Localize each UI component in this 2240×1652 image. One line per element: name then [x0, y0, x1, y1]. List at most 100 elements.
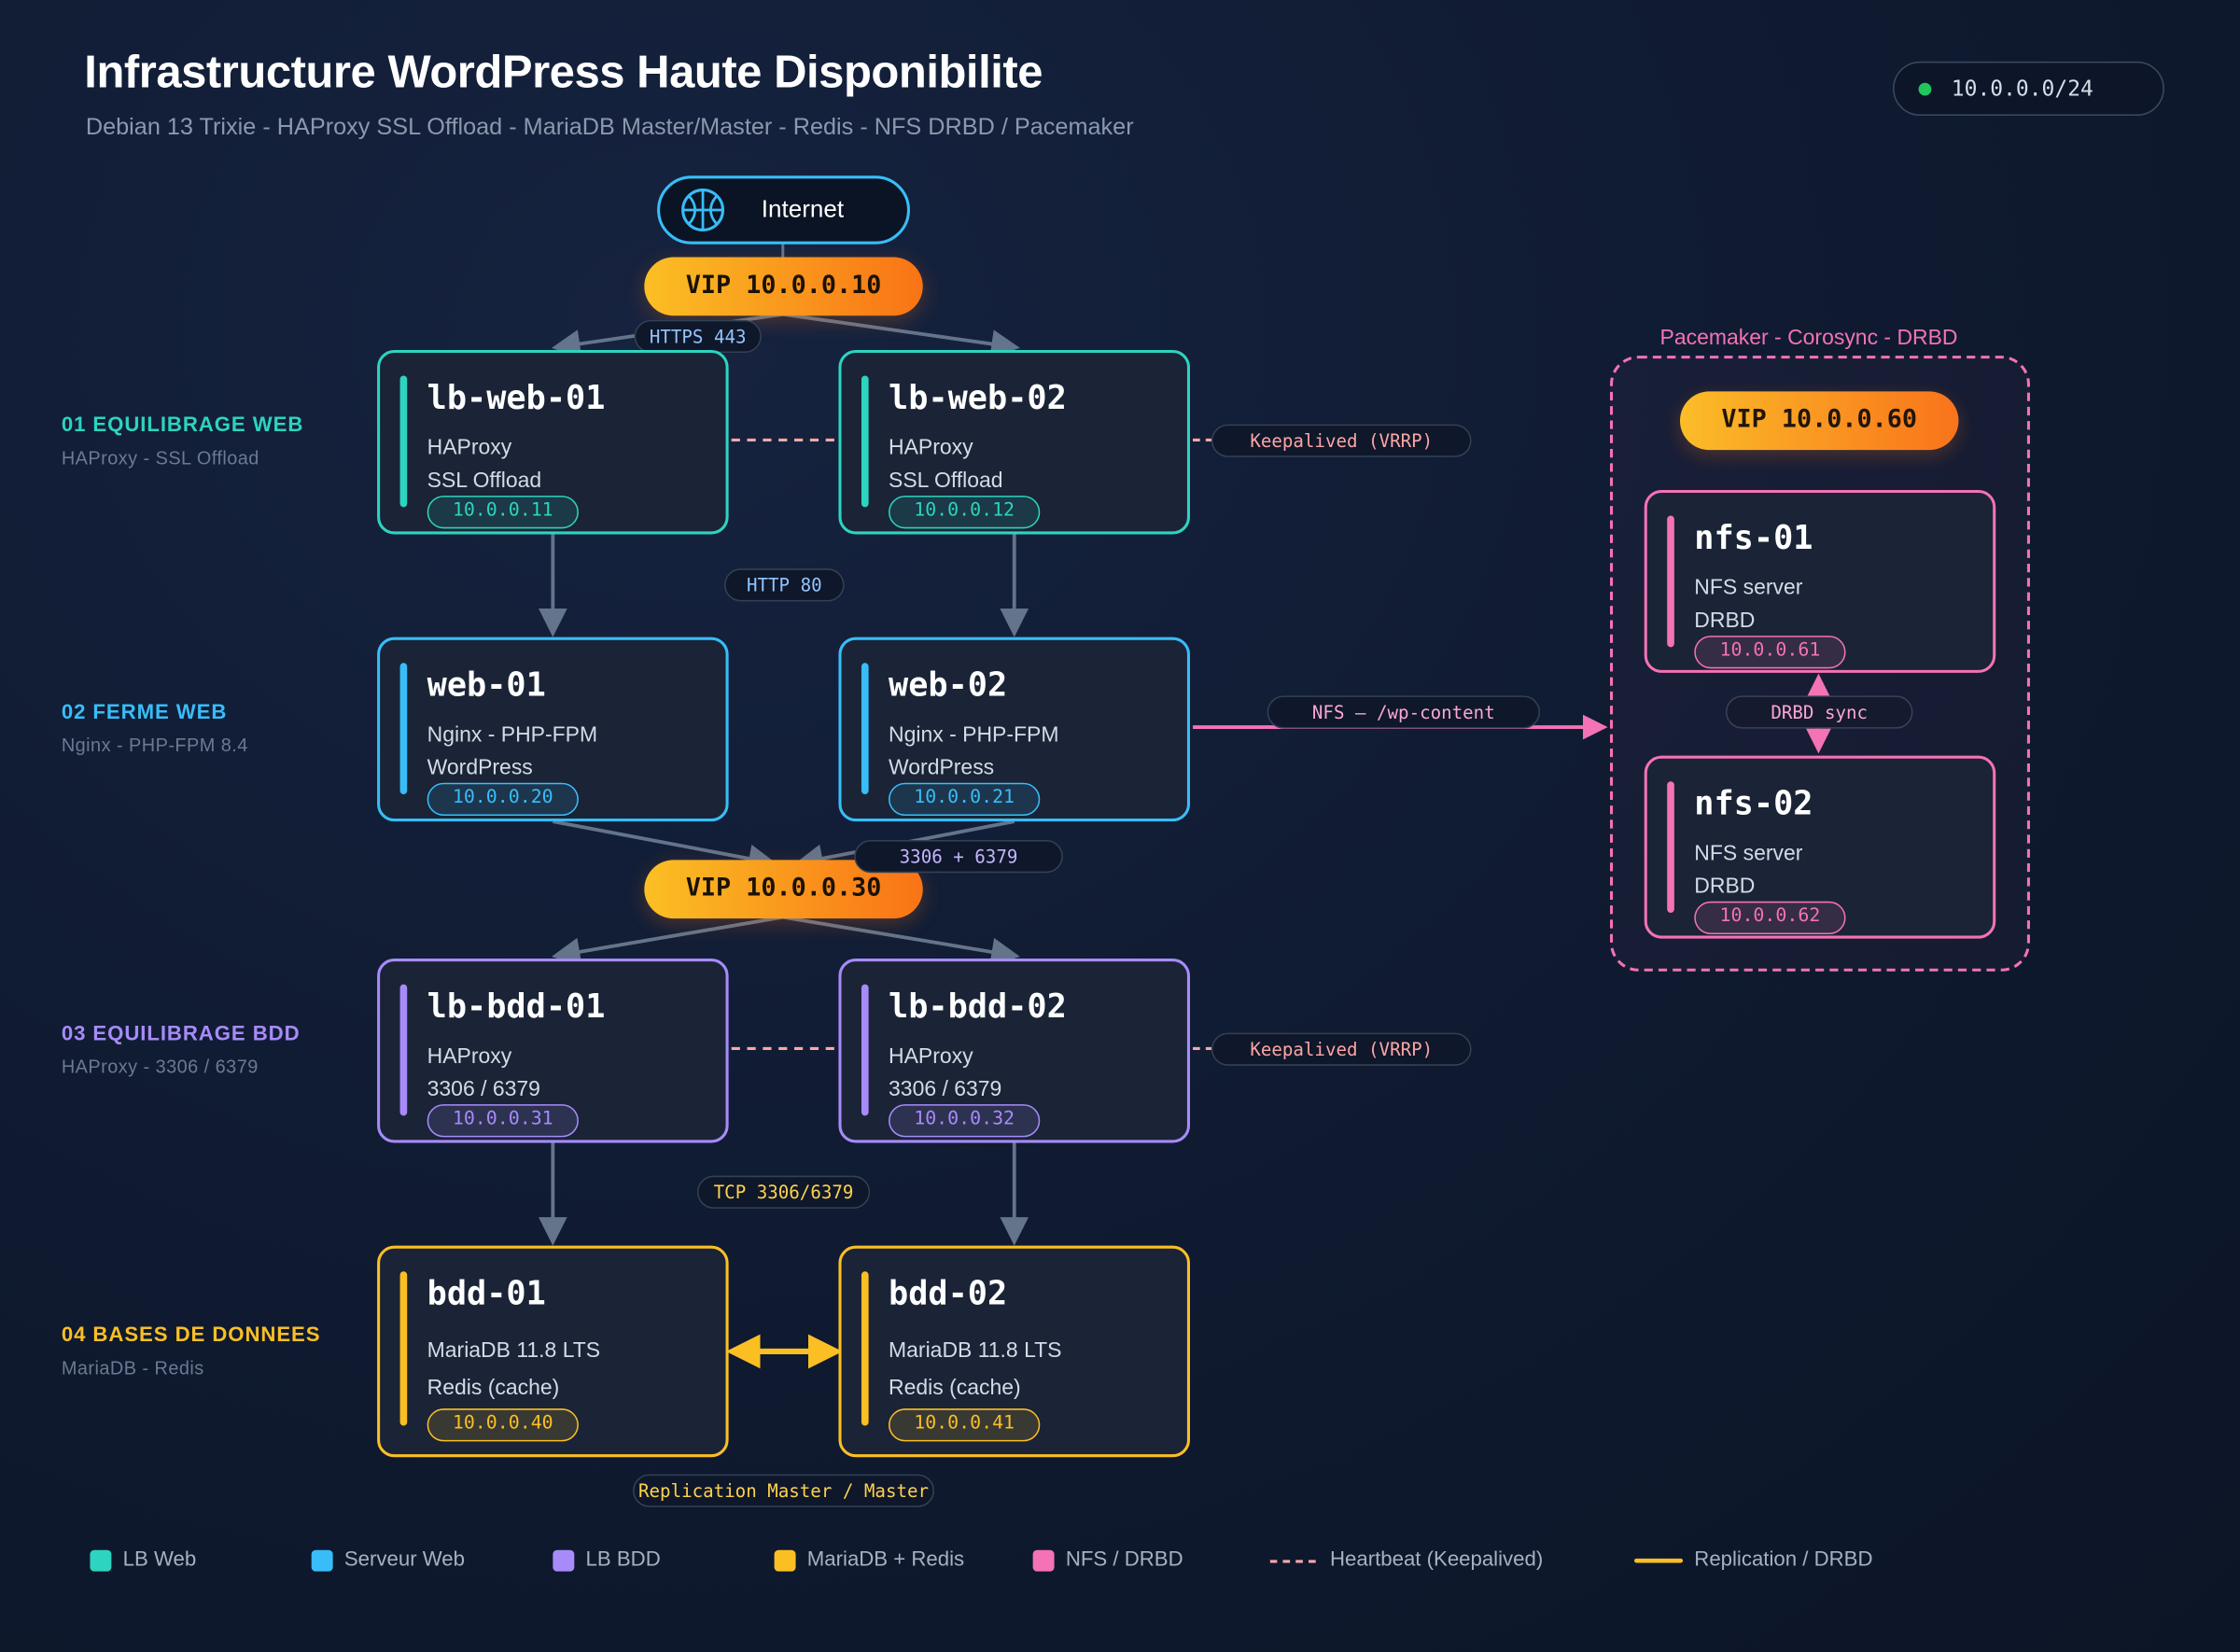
ip-badge: 10.0.0.62 — [1694, 901, 1846, 935]
node-name: nfs-01 — [1694, 520, 1813, 557]
ip-badge: 10.0.0.31 — [427, 1104, 579, 1138]
node-function: Redis (cache) — [427, 1375, 560, 1400]
node-role: MariaDB 11.8 LTS — [889, 1338, 1062, 1364]
node-function: Redis (cache) — [889, 1375, 1021, 1400]
accent-bar — [861, 663, 869, 795]
network-badge: 10.0.0.0/24 — [1893, 61, 2164, 116]
node-name: web-01 — [427, 666, 546, 705]
accent-bar — [399, 1271, 408, 1426]
link-label-http: HTTP 80 — [724, 568, 845, 602]
ip-badge: 10.0.0.21 — [889, 782, 1041, 816]
ip-badge: 10.0.0.41 — [889, 1408, 1041, 1442]
node-function: 3306 / 6379 — [889, 1077, 1002, 1102]
wire-vipbdd-lbbdd02 — [782, 915, 1020, 967]
vip-web: VIP 10.0.0.10 — [644, 257, 923, 316]
legend-swatch — [774, 1549, 796, 1572]
node-lb-bdd-02: lb-bdd-02 HAProxy 3306 / 6379 10.0.0.32 — [838, 959, 1190, 1143]
node-role: HAProxy — [889, 1043, 973, 1069]
legend-swatch — [553, 1549, 575, 1572]
cluster-title: Pacemaker - Corosync - DRBD — [1659, 325, 1958, 350]
accent-bar — [399, 984, 408, 1116]
legend-swatch — [90, 1549, 112, 1572]
node-bdd-02: bdd-02 MariaDB 11.8 LTS Redis (cache) 10… — [838, 1245, 1190, 1458]
accent-bar — [1667, 515, 1674, 648]
node-function: SSL Offload — [427, 469, 542, 494]
node-function: SSL Offload — [889, 469, 1003, 494]
ip-badge: 10.0.0.61 — [1694, 636, 1846, 669]
tier-title-lb-bdd: 03 EQUILIBRAGE BDD — [61, 1022, 301, 1046]
node-web-01: web-01 Nginx - PHP-FPM WordPress 10.0.0.… — [377, 637, 729, 822]
globe-icon — [681, 189, 725, 231]
link-label-tcp: TCP 3306/6379 — [696, 1175, 871, 1209]
node-function: 3306 / 6379 — [427, 1077, 540, 1102]
legend-label: NFS / DRBD — [1065, 1548, 1183, 1572]
node-name: nfs-02 — [1694, 785, 1813, 823]
wire-vipbdd-lbbdd01 — [551, 915, 784, 966]
ip-badge: 10.0.0.40 — [427, 1408, 579, 1442]
legend-label: Heartbeat (Keepalived) — [1329, 1548, 1544, 1572]
accent-bar — [1667, 781, 1674, 914]
tier-sub-lb-web: HAProxy - SSL Offload — [61, 447, 259, 469]
node-name: lb-bdd-02 — [889, 988, 1067, 1026]
legend-solid-line-icon — [1634, 1558, 1684, 1563]
link-label-keepalived-bdd: Keepalived (VRRP) — [1211, 1032, 1472, 1066]
node-name: lb-bdd-01 — [427, 988, 606, 1026]
legend-label: MariaDB + Redis — [806, 1548, 965, 1572]
accent-bar — [399, 663, 408, 795]
node-web-02: web-02 Nginx - PHP-FPM WordPress 10.0.0.… — [838, 637, 1190, 822]
ip-badge: 10.0.0.32 — [889, 1104, 1041, 1138]
accent-bar — [861, 984, 869, 1116]
link-label-db-ports: 3306 + 6379 — [854, 839, 1063, 874]
node-function: WordPress — [889, 755, 995, 780]
legend-label: LB BDD — [585, 1548, 661, 1572]
node-role: NFS server — [1694, 575, 1803, 600]
accent-bar — [399, 375, 408, 508]
link-label-https: HTTPS 443 — [634, 319, 762, 354]
ip-badge: 10.0.0.20 — [427, 782, 579, 816]
node-role: HAProxy — [889, 435, 973, 460]
link-label-nfs: NFS – /wp-content — [1267, 695, 1540, 729]
page-title: Infrastructure WordPress Haute Disponibi… — [84, 45, 1043, 98]
ip-badge: 10.0.0.11 — [427, 496, 579, 529]
accent-bar — [861, 1271, 869, 1426]
legend-label: Serveur Web — [343, 1548, 465, 1572]
legend-label: Replication / DRBD — [1694, 1548, 1873, 1572]
node-name: bdd-02 — [889, 1275, 1008, 1313]
node-lb-web-01: lb-web-01 HAProxy SSL Offload 10.0.0.11 — [377, 349, 729, 535]
legend-label: LB Web — [122, 1548, 197, 1572]
link-label-replication: Replication Master / Master — [633, 1474, 935, 1507]
node-role: Nginx - PHP-FPM — [889, 722, 1059, 748]
tier-sub-lb-bdd: HAProxy - 3306 / 6379 — [61, 1056, 259, 1078]
node-name: lb-web-01 — [427, 380, 606, 417]
tier-title-lb-web: 01 EQUILIBRAGE WEB — [61, 413, 304, 438]
legend-dashed-line-icon — [1269, 1560, 1319, 1563]
node-role: NFS server — [1694, 841, 1803, 866]
accent-bar — [861, 375, 869, 508]
wire-vip-lbweb02 — [782, 312, 1020, 358]
tier-title-bdd: 04 BASES DE DONNEES — [61, 1323, 321, 1348]
page-subtitle: Debian 13 Trixie - HAProxy SSL Offload -… — [85, 114, 1134, 140]
wire-web01-vipbdd — [552, 819, 777, 873]
network-cidr: 10.0.0.0/24 — [1951, 76, 2093, 102]
node-lb-web-02: lb-web-02 HAProxy SSL Offload 10.0.0.12 — [838, 349, 1190, 535]
tier-title-web: 02 FERME WEB — [61, 701, 228, 725]
tier-sub-bdd: MariaDB - Redis — [61, 1357, 204, 1379]
link-label-keepalived-web: Keepalived (VRRP) — [1211, 424, 1472, 457]
legend-swatch — [1032, 1549, 1055, 1572]
node-nfs-01: nfs-01 NFS server DRBD 10.0.0.61 — [1644, 489, 1996, 673]
legend-swatch — [311, 1549, 333, 1572]
internet-node: Internet — [657, 175, 910, 245]
internet-label: Internet — [761, 195, 845, 223]
node-name: web-02 — [889, 666, 1008, 705]
node-role: HAProxy — [427, 1043, 512, 1069]
node-function: DRBD — [1694, 874, 1756, 899]
ip-badge: 10.0.0.12 — [889, 496, 1041, 529]
node-name: lb-web-02 — [889, 380, 1067, 417]
tier-sub-web: Nginx - PHP-FPM 8.4 — [61, 734, 248, 756]
node-bdd-01: bdd-01 MariaDB 11.8 LTS Redis (cache) 10… — [377, 1245, 729, 1458]
node-function: WordPress — [427, 755, 533, 780]
node-lb-bdd-01: lb-bdd-01 HAProxy 3306 / 6379 10.0.0.31 — [377, 959, 729, 1143]
node-role: MariaDB 11.8 LTS — [427, 1338, 601, 1364]
node-role: HAProxy — [427, 435, 512, 460]
node-role: Nginx - PHP-FPM — [427, 722, 598, 748]
